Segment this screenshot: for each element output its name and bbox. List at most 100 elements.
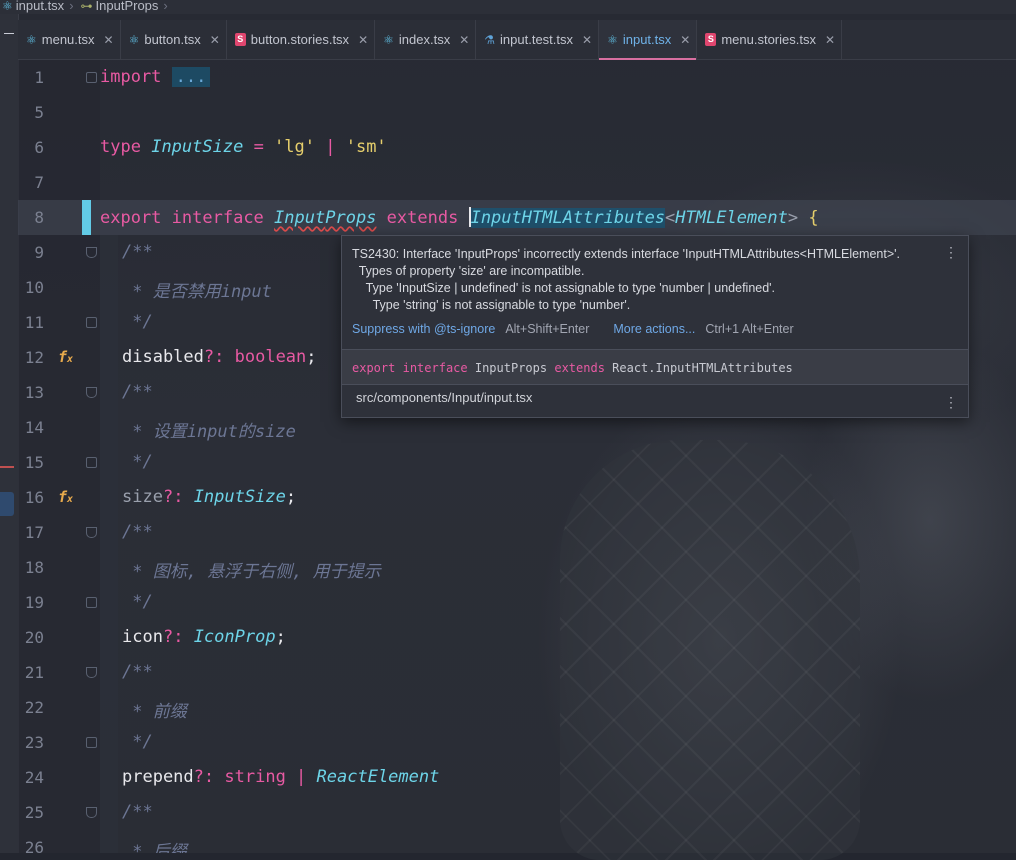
code-line[interactable]: 6 type InputSize = 'lg' | 'sm' — [18, 130, 1016, 165]
storybook-icon: S — [234, 33, 246, 46]
more-vertical-icon[interactable]: ⋮ — [944, 394, 958, 411]
more-actions-link[interactable]: More actions... — [613, 322, 695, 336]
breadcrumb-separator: › — [163, 0, 168, 13]
error-tooltip[interactable]: TS2430: Interface 'InputProps' incorrect… — [341, 235, 969, 418]
code-line[interactable]: 16 fx size?: InputSize; — [18, 480, 1016, 515]
code-line[interactable]: 20 icon?: IconProp; — [18, 620, 1016, 655]
error-line: Types of property 'size' are incompatibl… — [352, 264, 585, 278]
folded-imports[interactable]: ... — [171, 67, 211, 87]
line-number: 25 — [24, 803, 44, 822]
tab-menu-tsx[interactable]: ⚛ menu.tsx ✕ — [18, 20, 121, 59]
line-number: 12 — [24, 348, 44, 367]
tab-input-test-tsx[interactable]: ⚗ input.test.tsx ✕ — [476, 20, 600, 59]
code-line[interactable]: 26 * 后缀 — [18, 830, 1016, 853]
property-name: disabled — [122, 347, 204, 367]
tab-input-tsx[interactable]: ⚛ input.tsx ✕ — [599, 20, 698, 60]
suppress-ts-ignore-link[interactable]: Suppress with @ts-ignore — [352, 322, 495, 336]
fold-icon[interactable] — [86, 527, 97, 538]
code-line[interactable]: 15 */ — [18, 445, 1016, 480]
line-number: 7 — [34, 173, 44, 192]
error-message: TS2430: Interface 'InputProps' incorrect… — [352, 246, 900, 314]
quick-fix-actions: Suppress with @ts-ignore Alt+Shift+Enter… — [352, 322, 794, 336]
property-name: icon — [122, 627, 163, 647]
code-line[interactable]: 18 * 图标, 悬浮于右侧, 用于提示 — [18, 550, 1016, 585]
close-icon[interactable]: ✕ — [210, 33, 220, 47]
fold-icon[interactable] — [86, 667, 97, 678]
fold-icon[interactable] — [86, 247, 97, 258]
line-number: 9 — [34, 243, 44, 262]
line-number: 1 — [34, 68, 44, 87]
comment: * 后缀 — [122, 842, 187, 853]
tab-label: button.tsx — [144, 32, 201, 47]
operator: ?: — [203, 347, 225, 367]
close-icon[interactable]: ✕ — [104, 33, 114, 47]
error-line: TS2430: Interface 'InputProps' incorrect… — [352, 247, 900, 261]
comment: * 前缀 — [122, 702, 187, 722]
keyword: export — [352, 361, 396, 375]
interface-name: Input — [274, 208, 326, 228]
tab-index-tsx[interactable]: ⚛ index.tsx ✕ — [375, 20, 477, 59]
operator: ?: — [193, 767, 215, 787]
fold-icon[interactable] — [86, 317, 97, 328]
close-icon[interactable]: ✕ — [825, 33, 835, 47]
code-line[interactable]: 21 /** — [18, 655, 1016, 690]
fold-icon[interactable] — [86, 807, 97, 818]
comment: * 是否禁用input — [122, 282, 272, 302]
property-name: size — [122, 487, 163, 507]
keyword: interface — [402, 361, 468, 375]
code-line[interactable]: 23 */ — [18, 725, 1016, 760]
declaration-preview: export interface InputProps extends Reac… — [342, 349, 968, 385]
tool-strip-marker — [4, 33, 14, 34]
code-line[interactable]: 22 * 前缀 — [18, 690, 1016, 725]
left-tool-strip — [0, 14, 19, 853]
close-icon[interactable]: ✕ — [582, 33, 592, 47]
tab-label: button.stories.tsx — [250, 32, 350, 47]
breadcrumb-symbol[interactable]: ⊶ InputProps — [81, 0, 159, 12]
fold-icon[interactable] — [86, 72, 97, 83]
fold-icon[interactable] — [86, 597, 97, 608]
operator: | — [285, 767, 317, 787]
more-vertical-icon[interactable]: ⋮ — [944, 244, 958, 261]
operator: ?: — [162, 487, 184, 507]
close-icon[interactable]: ✕ — [459, 33, 469, 47]
fold-icon[interactable] — [86, 457, 97, 468]
line-number: 13 — [24, 383, 44, 402]
react-icon: ⚛ — [607, 32, 618, 47]
comment: /** — [122, 242, 153, 262]
keyword: export — [100, 208, 162, 228]
code-editor[interactable]: 1 import ... 5 6 type InputSize = 'lg' |… — [18, 60, 1016, 853]
tab-button-tsx[interactable]: ⚛ button.tsx ✕ — [121, 20, 227, 59]
code-line[interactable]: 7 — [18, 165, 1016, 200]
fold-icon[interactable] — [86, 737, 97, 748]
fold-icon[interactable] — [86, 387, 97, 398]
tab-button-stories-tsx[interactable]: S button.stories.tsx ✕ — [227, 20, 376, 59]
shortcut-hint: Ctrl+1 Alt+Enter — [705, 322, 794, 336]
interface-icon: ⊶ — [80, 0, 93, 13]
implements-gutter-icon[interactable]: fx — [58, 348, 73, 366]
code-line[interactable]: 19 */ — [18, 585, 1016, 620]
source-file-path[interactable]: src/components/Input/input.tsx — [356, 390, 532, 405]
tab-menu-stories-tsx[interactable]: S menu.stories.tsx ✕ — [697, 20, 843, 59]
tool-strip-selection[interactable] — [0, 492, 14, 516]
code-line[interactable]: 1 import ... — [18, 60, 1016, 95]
implements-gutter-icon[interactable]: fx — [58, 488, 73, 506]
code-line[interactable]: 24 prepend?: string | ReactElement — [18, 760, 1016, 795]
code-line-current[interactable]: 8 export interface InputProps extends In… — [18, 200, 1016, 235]
code-line[interactable]: 5 — [18, 95, 1016, 130]
code-line[interactable]: 25 /** — [18, 795, 1016, 830]
keyword: type — [100, 137, 141, 157]
breadcrumb-file[interactable]: ⚛ input.tsx — [2, 0, 64, 12]
line-number: 21 — [24, 663, 44, 682]
line-number: 15 — [24, 453, 44, 472]
error-line: Type 'InputSize | undefined' is not assi… — [352, 281, 776, 295]
line-number: 11 — [24, 313, 44, 332]
keyword: extends — [386, 208, 459, 228]
line-number: 17 — [24, 523, 44, 542]
comment: * 设置input的size — [122, 422, 296, 442]
close-icon[interactable]: ✕ — [680, 33, 690, 47]
close-icon[interactable]: ✕ — [358, 33, 368, 47]
breadcrumb-symbol-label: InputProps — [95, 0, 159, 13]
code-line[interactable]: 17 /** — [18, 515, 1016, 550]
test-flask-icon: ⚗ — [484, 32, 496, 47]
semicolon: ; — [306, 347, 317, 367]
